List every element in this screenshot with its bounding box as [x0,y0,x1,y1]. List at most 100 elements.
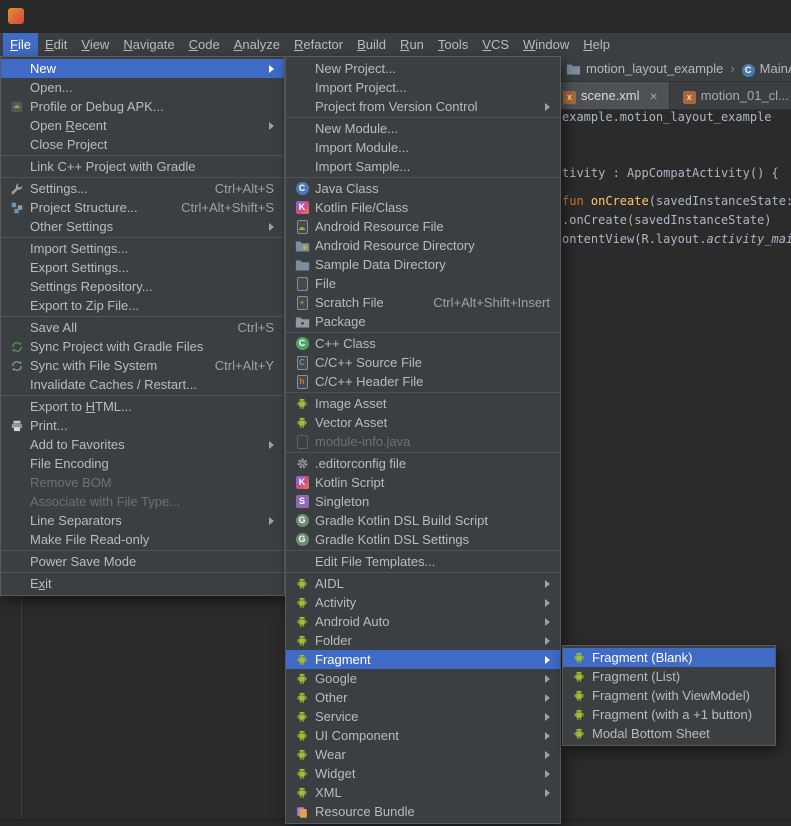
menu-item-folder[interactable]: Folder [286,631,560,650]
menu-item-settings-repository[interactable]: Settings Repository... [1,277,284,296]
menu-item-power-save-mode[interactable]: Power Save Mode [1,552,284,571]
menu-item-label: UI Component [315,726,537,745]
menu-item-open[interactable]: Open... [1,78,284,97]
menu-item-android-resource-directory[interactable]: Android Resource Directory [286,236,560,255]
menu-item-activity[interactable]: Activity [286,593,560,612]
menu-item-c-c-source-file[interactable]: CC/C++ Source File [286,353,560,372]
menu-item-other-settings[interactable]: Other Settings [1,217,284,236]
menu-item-aidl[interactable]: AIDL [286,574,560,593]
menu-item-add-to-favorites[interactable]: Add to Favorites [1,435,284,454]
menubar-edit[interactable]: Edit [38,33,74,56]
menu-item-import-sample[interactable]: Import Sample... [286,157,560,176]
menu-item-edit-file-templates[interactable]: Edit File Templates... [286,552,560,571]
menu-item-fragment-with-a-1-button[interactable]: Fragment (with a +1 button) [563,705,775,724]
submenu-arrow-icon [545,751,550,759]
menubar-window[interactable]: Window [516,33,576,56]
menu-item-service[interactable]: Service [286,707,560,726]
menubar-navigate[interactable]: Navigate [116,33,181,56]
menu-item-link-c-project-with-gradle[interactable]: Link C++ Project with Gradle [1,157,284,176]
menu-item-label: Import Settings... [30,239,274,258]
menu-item-gradle-kotlin-dsl-settings[interactable]: GGradle Kotlin DSL Settings [286,530,560,549]
menu-item-kotlin-file-class[interactable]: KKotlin File/Class [286,198,560,217]
menu-item-singleton[interactable]: SSingleton [286,492,560,511]
menu-item-other[interactable]: Other [286,688,560,707]
menubar-view[interactable]: View [74,33,116,56]
menu-item-invalidate-caches-restart[interactable]: Invalidate Caches / Restart... [1,375,284,394]
menu-item-c-class[interactable]: CC++ Class [286,334,560,353]
menu-item-vector-asset[interactable]: Vector Asset [286,413,560,432]
menu-item-new[interactable]: New [1,59,284,78]
menu-separator [286,392,560,393]
menu-item-sync-project-with-gradle-files[interactable]: Sync Project with Gradle Files [1,337,284,356]
menu-item-xml[interactable]: XML [286,783,560,802]
menu-item-c-c-header-file[interactable]: hC/C++ Header File [286,372,560,391]
menubar-tools[interactable]: Tools [431,33,475,56]
menu-item-label: File [315,274,550,293]
menu-item-line-separators[interactable]: Line Separators [1,511,284,530]
menu-item-fragment[interactable]: Fragment [286,650,560,669]
menu-item-ui-component[interactable]: UI Component [286,726,560,745]
menu-item-exit[interactable]: Exit [1,574,284,593]
menu-item-editorconfig-file[interactable]: .editorconfig file [286,454,560,473]
menu-item-profile-or-debug-apk[interactable]: Profile or Debug APK... [1,97,284,116]
menu-item-associate-with-file-type[interactable]: Associate with File Type... [1,492,284,511]
menu-item-android-resource-file[interactable]: Android Resource File [286,217,560,236]
menu-item-export-to-html[interactable]: Export to HTML... [1,397,284,416]
menu-item-project-structure[interactable]: Project Structure...Ctrl+Alt+Shift+S [1,198,284,217]
menu-item-file-encoding[interactable]: File Encoding [1,454,284,473]
menu-item-label: Modal Bottom Sheet [592,724,765,743]
menu-item-kotlin-script[interactable]: KKotlin Script [286,473,560,492]
icon-slot [9,241,25,257]
menubar-help[interactable]: Help [576,33,617,56]
menu-item-gradle-kotlin-dsl-build-script[interactable]: GGradle Kotlin DSL Build Script [286,511,560,530]
menu-item-scratch-file[interactable]: +Scratch FileCtrl+Alt+Shift+Insert [286,293,560,312]
menu-item-new-project[interactable]: New Project... [286,59,560,78]
icon-slot [294,80,310,96]
menu-item-fragment-with-viewmodel[interactable]: Fragment (with ViewModel) [563,686,775,705]
submenu-arrow-icon [269,122,274,130]
menu-item-file[interactable]: File [286,274,560,293]
menu-item-google[interactable]: Google [286,669,560,688]
menu-item-module-info-java[interactable]: module-info.java [286,432,560,451]
menu-item-import-module[interactable]: Import Module... [286,138,560,157]
menu-item-remove-bom[interactable]: Remove BOM [1,473,284,492]
menu-item-sync-with-file-system[interactable]: Sync with File SystemCtrl+Alt+Y [1,356,284,375]
menu-item-shortcut: Ctrl+Alt+Y [215,356,274,375]
menu-item-print[interactable]: Print... [1,416,284,435]
menu-item-resource-bundle[interactable]: Resource Bundle [286,802,560,821]
menubar-code[interactable]: Code [182,33,227,56]
menu-item-settings[interactable]: Settings...Ctrl+Alt+S [1,179,284,198]
menu-item-sample-data-directory[interactable]: Sample Data Directory [286,255,560,274]
menu-item-image-asset[interactable]: Image Asset [286,394,560,413]
menu-item-package[interactable]: Package [286,312,560,331]
menu-item-close-project[interactable]: Close Project [1,135,284,154]
menu-item-label: Fragment (with a +1 button) [592,705,765,724]
menu-item-export-settings[interactable]: Export Settings... [1,258,284,277]
menu-item-wear[interactable]: Wear [286,745,560,764]
menu-item-java-class[interactable]: CJava Class [286,179,560,198]
menu-item-label: Service [315,707,537,726]
menu-item-fragment-list[interactable]: Fragment (List) [563,667,775,686]
menu-item-import-project[interactable]: Import Project... [286,78,560,97]
menu-separator [286,550,560,551]
menu-item-open-recent[interactable]: Open Recent [1,116,284,135]
menubar-refactor[interactable]: Refactor [287,33,350,56]
menu-item-modal-bottom-sheet[interactable]: Modal Bottom Sheet [563,724,775,743]
menu-item-fragment-blank[interactable]: Fragment (Blank) [563,648,775,667]
menubar-run[interactable]: Run [393,33,431,56]
menu-item-new-module[interactable]: New Module... [286,119,560,138]
menu-item-import-settings[interactable]: Import Settings... [1,239,284,258]
menubar-file[interactable]: File [3,33,38,56]
menu-item-export-to-zip-file[interactable]: Export to Zip File... [1,296,284,315]
submenu-arrow-icon [545,637,550,645]
menu-item-widget[interactable]: Widget [286,764,560,783]
menu-item-make-file-read-only[interactable]: Make File Read-only [1,530,284,549]
menu-item-android-auto[interactable]: Android Auto [286,612,560,631]
menu-item-label: Package [315,312,550,331]
android-icon [571,707,587,723]
menubar-build[interactable]: Build [350,33,393,56]
menubar-analyze[interactable]: Analyze [227,33,287,56]
menu-item-save-all[interactable]: Save AllCtrl+S [1,318,284,337]
menu-item-project-from-version-control[interactable]: Project from Version Control [286,97,560,116]
menubar-vcs[interactable]: VCS [475,33,516,56]
